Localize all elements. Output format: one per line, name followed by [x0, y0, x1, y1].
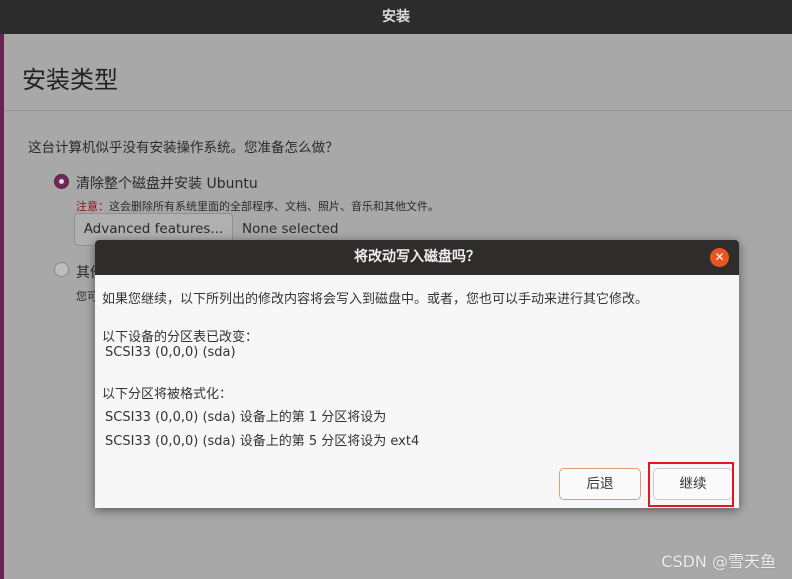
- window-titlebar: 安装: [0, 0, 792, 34]
- format-heading: 以下分区将被格式化：: [102, 387, 233, 402]
- erase-disk-label[interactable]: 清除整个磁盘并安装 Ubuntu: [76, 173, 258, 193]
- divider: [4, 110, 792, 111]
- warning-body: 这会删除所有系统里面的全部程序、文档、照片、音乐和其他文件。: [109, 200, 439, 213]
- erase-disk-radio[interactable]: [54, 174, 69, 189]
- watermark: CSDN @雪天鱼: [661, 552, 776, 571]
- back-button[interactable]: 后退: [559, 468, 641, 500]
- partition-table-device: SCSI33 (0,0,0) (sda): [105, 345, 236, 360]
- advanced-value: None selected: [242, 221, 339, 237]
- dialog-intro: 如果您继续，以下所列出的修改内容将会写入到磁盘中。或者，您也可以手动来进行其它修…: [102, 292, 649, 307]
- format-item: SCSI33 (0,0,0) (sda) 设备上的第 5 分区将设为 ext4: [105, 434, 420, 449]
- format-item: SCSI33 (0,0,0) (sda) 设备上的第 1 分区将设为: [105, 410, 387, 425]
- highlight-box: [648, 462, 734, 507]
- question-text: 这台计算机似乎没有安装操作系统。您准备怎么做？: [28, 140, 339, 156]
- warning-prefix: 注意：: [76, 200, 109, 213]
- partition-table-heading: 以下设备的分区表已改变：: [102, 330, 259, 345]
- close-icon[interactable]: ✕: [710, 248, 729, 267]
- page-title: 安装类型: [22, 66, 118, 94]
- dialog-header: 将改动写入磁盘吗？ ✕: [95, 240, 739, 275]
- other-option-radio[interactable]: [54, 262, 69, 277]
- confirm-dialog: 将改动写入磁盘吗？ ✕ 如果您继续，以下所列出的修改内容将会写入到磁盘中。或者，…: [95, 240, 739, 508]
- dialog-title: 将改动写入磁盘吗？: [354, 249, 480, 265]
- warning-text: 注意：这会删除所有系统里面的全部程序、文档、照片、音乐和其他文件。: [76, 198, 439, 214]
